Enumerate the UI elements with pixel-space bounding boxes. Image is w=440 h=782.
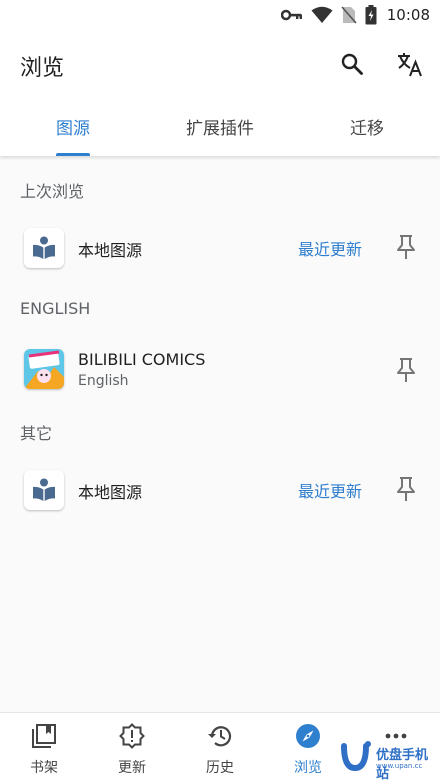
nav-library[interactable]: 书架 [0, 713, 88, 782]
section-header-last-used: 上次浏览 [20, 182, 85, 201]
tab-label: 图源 [56, 118, 90, 139]
source-row-local-recent[interactable]: 本地图源 最近更新 [0, 218, 440, 278]
source-language: English [78, 373, 129, 389]
tab-migrate[interactable]: 迁移 [294, 96, 440, 156]
nav-label: 更新 [118, 760, 146, 776]
bookshelf-icon [32, 724, 56, 748]
nav-history[interactable]: 历史 [176, 713, 264, 782]
pin-icon[interactable] [394, 357, 418, 383]
source-name: 本地图源 [78, 241, 143, 260]
watermark-url: www.upan.cc [376, 762, 423, 770]
wifi-icon [311, 6, 333, 23]
source-name: BILIBILI COMICS [78, 350, 206, 369]
source-name: 本地图源 [78, 483, 143, 502]
page-title: 浏览 [20, 56, 65, 81]
translate-icon [398, 53, 422, 77]
app-bar: 浏览 [0, 32, 440, 96]
source-row-bilibili[interactable]: BILIBILI COMICS English [0, 339, 440, 399]
search-icon [341, 53, 363, 75]
local-source-icon [24, 470, 64, 510]
history-icon [208, 726, 232, 747]
watermark-logo [341, 741, 371, 772]
battery-icon [365, 5, 377, 25]
section-header-english: ENGLISH [20, 299, 91, 318]
translate-button[interactable] [394, 48, 426, 80]
watermark: 优盘手机站 www.upan.cc [338, 738, 438, 782]
source-row-local[interactable]: 本地图源 最近更新 [0, 460, 440, 520]
nav-label: 历史 [206, 760, 234, 776]
nav-label: 书架 [30, 760, 58, 776]
tab-label: 迁移 [350, 118, 384, 139]
bilibili-comics-logo [24, 349, 64, 389]
compass-icon [296, 724, 320, 748]
tab-indicator [56, 153, 90, 156]
tab-bar: 图源 扩展插件 迁移 [0, 96, 440, 156]
no-sim-icon [341, 6, 357, 24]
bottom-navigation: 书架 更新 历史 浏览 优盘手机站 www.upan.cc [0, 712, 440, 782]
pin-icon[interactable] [394, 234, 418, 260]
section-header-other: 其它 [20, 424, 53, 443]
status-bar: 10:08 [0, 0, 440, 32]
updates-icon [119, 723, 145, 749]
nav-updates[interactable]: 更新 [88, 713, 176, 782]
tab-extensions[interactable]: 扩展插件 [147, 96, 293, 156]
tab-sources[interactable]: 图源 [0, 96, 146, 156]
clock: 10:08 [386, 6, 430, 24]
latest-button[interactable]: 最近更新 [298, 478, 362, 502]
pin-icon[interactable] [394, 476, 418, 502]
latest-button[interactable]: 最近更新 [298, 236, 362, 260]
tab-label: 扩展插件 [186, 118, 254, 139]
search-button[interactable] [336, 48, 368, 80]
key-icon [280, 9, 302, 21]
local-source-icon [24, 228, 64, 268]
